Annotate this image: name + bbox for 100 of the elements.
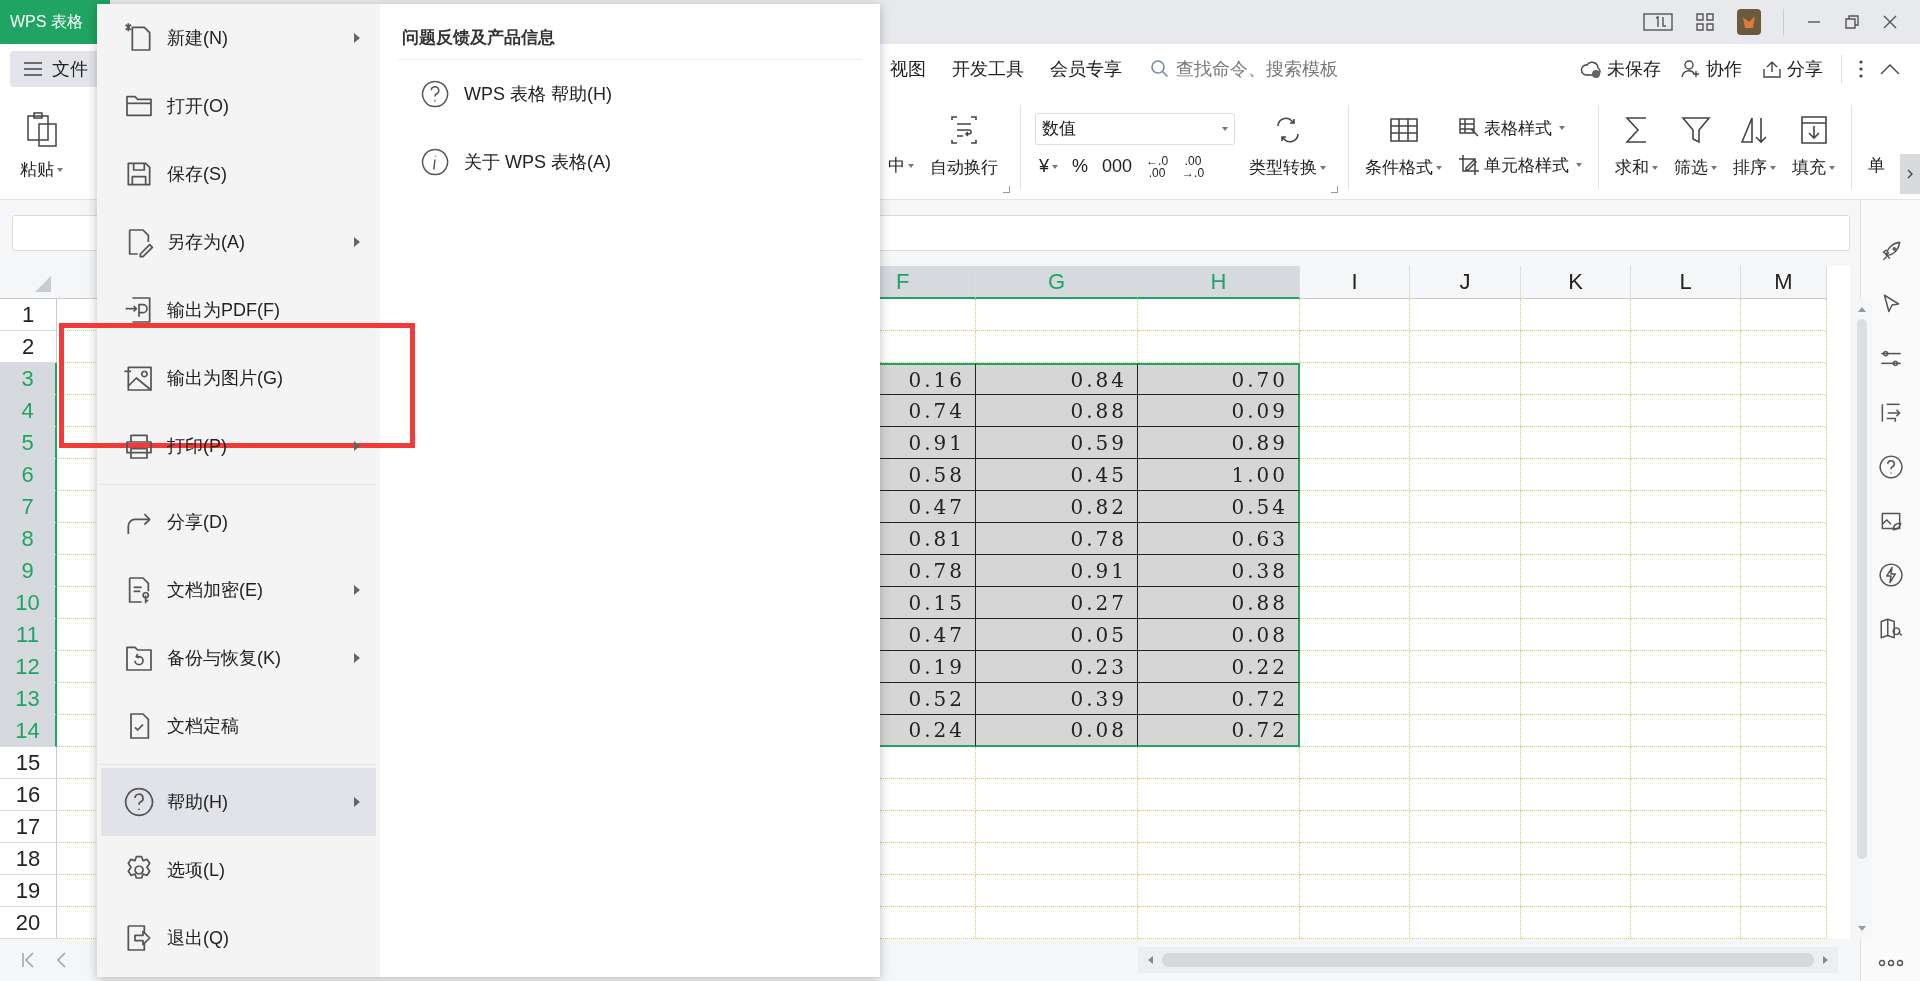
row-header[interactable]: 19 <box>0 875 57 907</box>
number-format-button[interactable]: ←.0 .00 <box>1142 152 1173 181</box>
ribbon-button[interactable]: 填充 <box>1784 94 1843 199</box>
menu-item[interactable]: 分享(D) <box>101 488 376 556</box>
column-header[interactable]: I <box>1300 266 1410 299</box>
menu-item[interactable]: 选项(L) <box>101 836 376 904</box>
submenu-item[interactable]: 关于 WPS 表格(A) <box>398 128 862 196</box>
more-icon[interactable] <box>1858 59 1864 79</box>
ribbon-button[interactable]: 求和 <box>1607 94 1666 199</box>
header-action[interactable]: 分享 <box>1760 55 1825 83</box>
ribbon-button[interactable]: 条件格式 <box>1357 94 1450 199</box>
table-cell: 0.58 <box>880 459 976 491</box>
number-format-button[interactable]: ¥ <box>1035 154 1062 179</box>
row-header[interactable]: 16 <box>0 779 57 811</box>
table-cell: 0.89 <box>1138 427 1300 459</box>
paste-button[interactable]: 粘贴 <box>12 94 71 199</box>
table-cell: 0.15 <box>880 587 976 619</box>
table-cell: 1.00 <box>1138 459 1300 491</box>
avatar[interactable] <box>1737 9 1761 35</box>
table-cell: 0.54 <box>1138 491 1300 523</box>
ribbon-tool-icon <box>1458 154 1480 176</box>
info-icon <box>420 147 450 177</box>
column-header[interactable]: M <box>1741 266 1827 299</box>
ribbon-tool-icon <box>948 114 980 146</box>
menu-item[interactable]: 备份与恢复(K) <box>101 624 376 692</box>
more-icon[interactable] <box>1877 959 1904 967</box>
submenu-item[interactable]: WPS 表格 帮助(H) <box>398 60 862 128</box>
number-format-dropdown[interactable]: 数值 <box>1035 112 1235 145</box>
horizontal-scrollbar[interactable] <box>1138 947 1838 973</box>
table-cell: 0.78 <box>880 555 976 587</box>
grid-icon[interactable] <box>1695 12 1715 32</box>
table-cell: 0.72 <box>1138 715 1300 747</box>
number-format-button[interactable]: .00 →.0 <box>1178 152 1209 181</box>
column-header[interactable]: L <box>1631 266 1741 299</box>
ribbon-tab[interactable]: 开发工具 <box>944 51 1032 87</box>
ribbon-button[interactable]: 中 <box>880 94 922 199</box>
row-header[interactable]: 15 <box>0 747 57 779</box>
number-format-button[interactable]: 000 <box>1098 154 1137 179</box>
row-header[interactable]: 1 <box>0 299 57 331</box>
table-cell: 0.27 <box>976 587 1138 619</box>
menu-item[interactable]: 另存为(A) <box>101 208 376 276</box>
first-sheet-icon[interactable] <box>20 951 36 969</box>
header-action[interactable]: 未保存 <box>1578 55 1663 83</box>
row-header[interactable]: 2 <box>0 331 57 363</box>
ribbon-button[interactable]: 筛选 <box>1666 94 1725 199</box>
help-icon[interactable] <box>1877 454 1904 480</box>
menu-item[interactable]: 打开(O) <box>101 72 376 140</box>
table-cell: 0.63 <box>1138 523 1300 555</box>
table-cell: 0.74 <box>880 395 976 427</box>
table-cell: 0.08 <box>1138 619 1300 651</box>
collapse-icon[interactable] <box>1880 63 1900 75</box>
help-icon <box>123 786 155 818</box>
ribbon-tab[interactable]: 会员专享 <box>1042 51 1130 87</box>
menu-item[interactable]: 退出(Q) <box>101 904 376 972</box>
ribbon-tab[interactable]: 视图 <box>882 51 934 87</box>
row-header[interactable]: 18 <box>0 843 57 875</box>
table-cell: 0.72 <box>1138 683 1300 715</box>
column-header[interactable]: J <box>1410 266 1521 299</box>
table-cell: 0.91 <box>880 427 976 459</box>
ribbon-button[interactable]: 自动换行 <box>922 94 1012 199</box>
search-field[interactable]: 查找命令、搜索模板 <box>1150 57 1378 81</box>
row-header[interactable]: 20 <box>0 907 57 939</box>
scroll-down-icon[interactable] <box>1857 925 1867 933</box>
ribbon-button[interactable]: 单 <box>1860 94 1893 199</box>
table-cell: 0.38 <box>1138 555 1300 587</box>
column-header[interactable]: K <box>1521 266 1631 299</box>
menu-item[interactable]: 输出为图片(G) <box>101 344 376 412</box>
table-cell: 0.81 <box>880 523 976 555</box>
row-header[interactable]: 17 <box>0 811 57 843</box>
ribbon-tool-icon <box>1679 114 1712 146</box>
menu-item[interactable]: 输出为PDF(F) <box>101 276 376 344</box>
restore-icon[interactable] <box>1844 14 1860 30</box>
scroll-up-icon[interactable] <box>1857 305 1867 313</box>
menu-item[interactable]: 文档加密(E) <box>101 556 376 624</box>
ribbon-button[interactable]: 排序 <box>1725 94 1784 199</box>
table-cell: 0.39 <box>976 683 1138 715</box>
table-cell: 0.84 <box>976 363 1138 395</box>
ribbon-button[interactable]: 单元格样式 <box>1456 151 1584 179</box>
ribbon-scroll-button[interactable] <box>1900 154 1920 194</box>
table-cell: 0.70 <box>1138 363 1300 395</box>
table-cell: 0.16 <box>880 363 976 395</box>
menu-item[interactable]: 文档定稿 <box>101 692 376 760</box>
launcher-icon[interactable] <box>1331 186 1338 193</box>
ribbon-button[interactable]: 表格样式 <box>1456 114 1584 142</box>
share-icon <box>1762 59 1782 79</box>
scroll-right-icon[interactable] <box>1822 955 1830 965</box>
search-icon <box>1150 59 1170 79</box>
close-icon[interactable] <box>1882 14 1898 30</box>
scroll-left-icon[interactable] <box>1146 955 1154 965</box>
menu-item[interactable]: 保存(S) <box>101 140 376 208</box>
header-action[interactable]: 协作 <box>1679 55 1744 83</box>
number-format-button[interactable]: % <box>1068 154 1093 179</box>
lightning-icon[interactable] <box>1877 562 1904 588</box>
table-cell: 0.52 <box>880 683 976 715</box>
menu-icon <box>24 62 42 76</box>
cloud-icon <box>1580 59 1602 79</box>
page-counter-icon[interactable] <box>1643 12 1673 32</box>
ribbon-button[interactable]: 类型转换 <box>1241 94 1340 199</box>
launcher-icon[interactable] <box>1003 186 1010 193</box>
menu-item[interactable]: 帮助(H) <box>101 768 376 836</box>
